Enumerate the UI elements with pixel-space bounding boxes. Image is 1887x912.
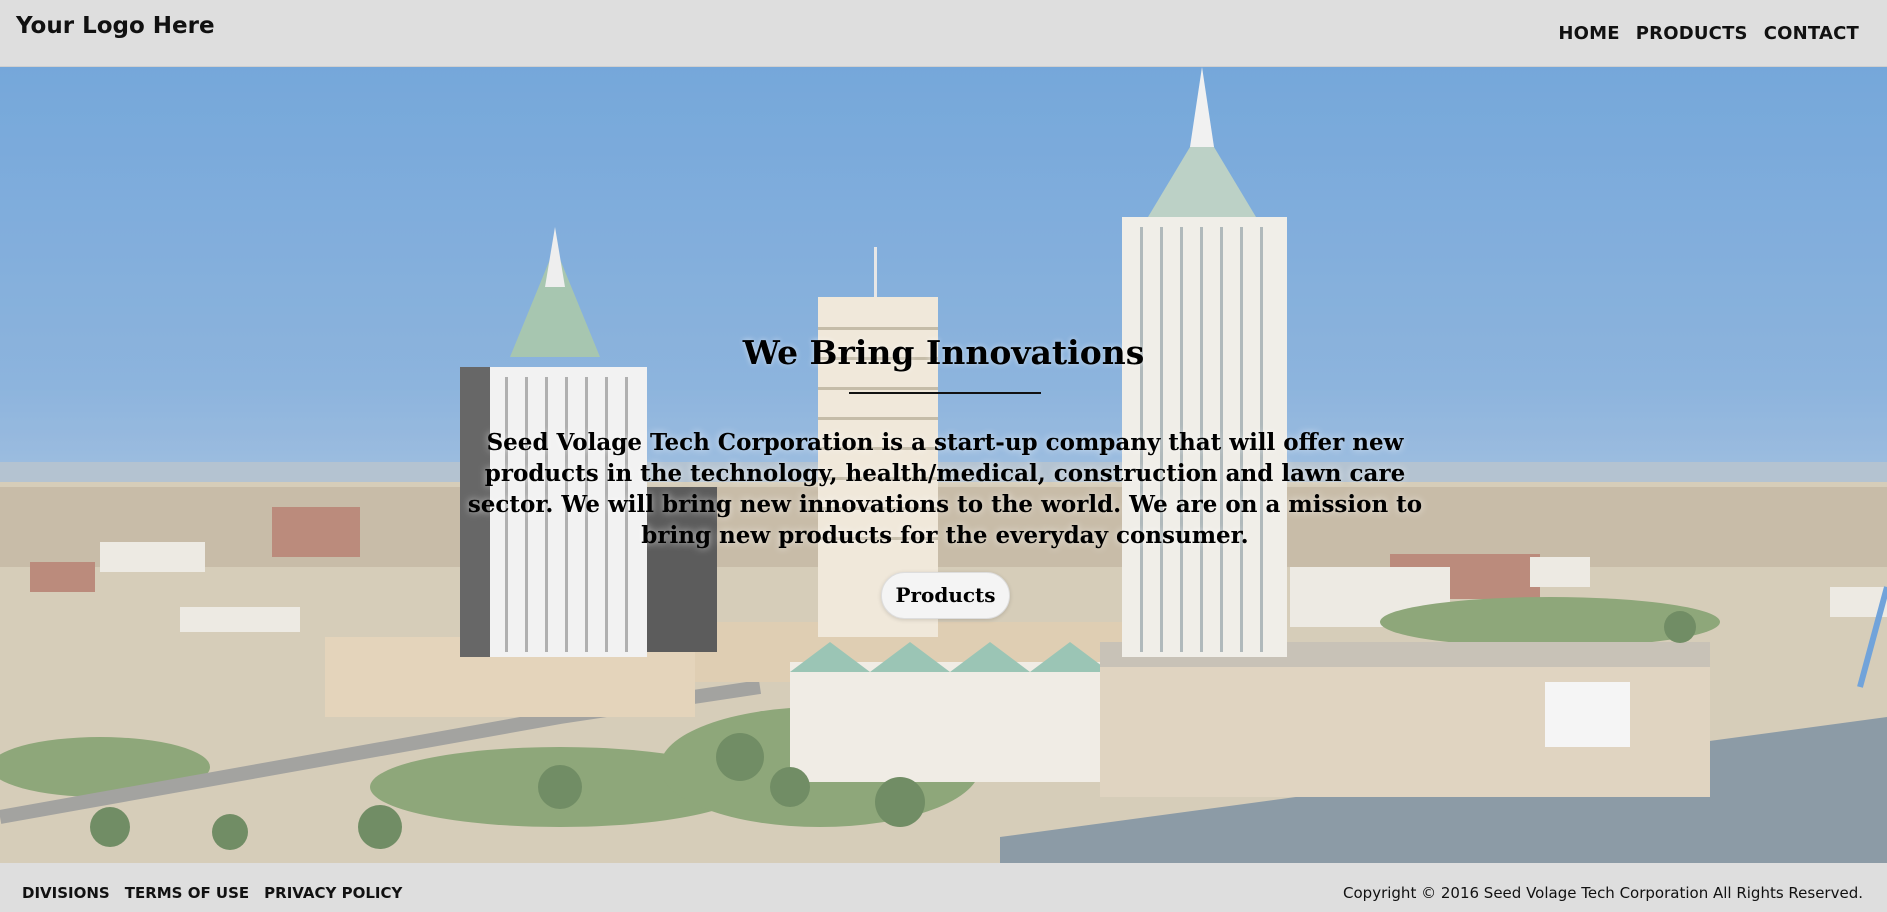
title-divider (849, 392, 1041, 394)
copyright-text: Copyright © 2016 Seed Volage Tech Corpor… (1343, 884, 1863, 902)
nav-contact[interactable]: CONTACT (1764, 23, 1859, 44)
nav-products[interactable]: PRODUCTS (1636, 23, 1748, 44)
logo[interactable]: Your Logo Here (16, 13, 215, 39)
footer-link-privacy[interactable]: PRIVACY POLICY (264, 884, 402, 902)
hero-description: Seed Volage Tech Corporation is a start-… (467, 429, 1423, 549)
site-header: Your Logo Here HOME PRODUCTS CONTACT (0, 0, 1887, 67)
hero-content: We Bring Innovations Seed Volage Tech Co… (0, 67, 1887, 863)
main-nav: HOME PRODUCTS CONTACT (1558, 23, 1859, 44)
site-footer: DIVISIONS TERMS OF USE PRIVACY POLICY Co… (0, 863, 1887, 912)
footer-link-terms[interactable]: TERMS OF USE (125, 884, 249, 902)
products-button[interactable]: Products (881, 572, 1010, 619)
footer-link-divisions[interactable]: DIVISIONS (22, 884, 110, 902)
hero-title: We Bring Innovations (742, 333, 1145, 372)
nav-home[interactable]: HOME (1558, 23, 1619, 44)
footer-links: DIVISIONS TERMS OF USE PRIVACY POLICY (22, 884, 402, 902)
hero-banner: We Bring Innovations Seed Volage Tech Co… (0, 67, 1887, 863)
